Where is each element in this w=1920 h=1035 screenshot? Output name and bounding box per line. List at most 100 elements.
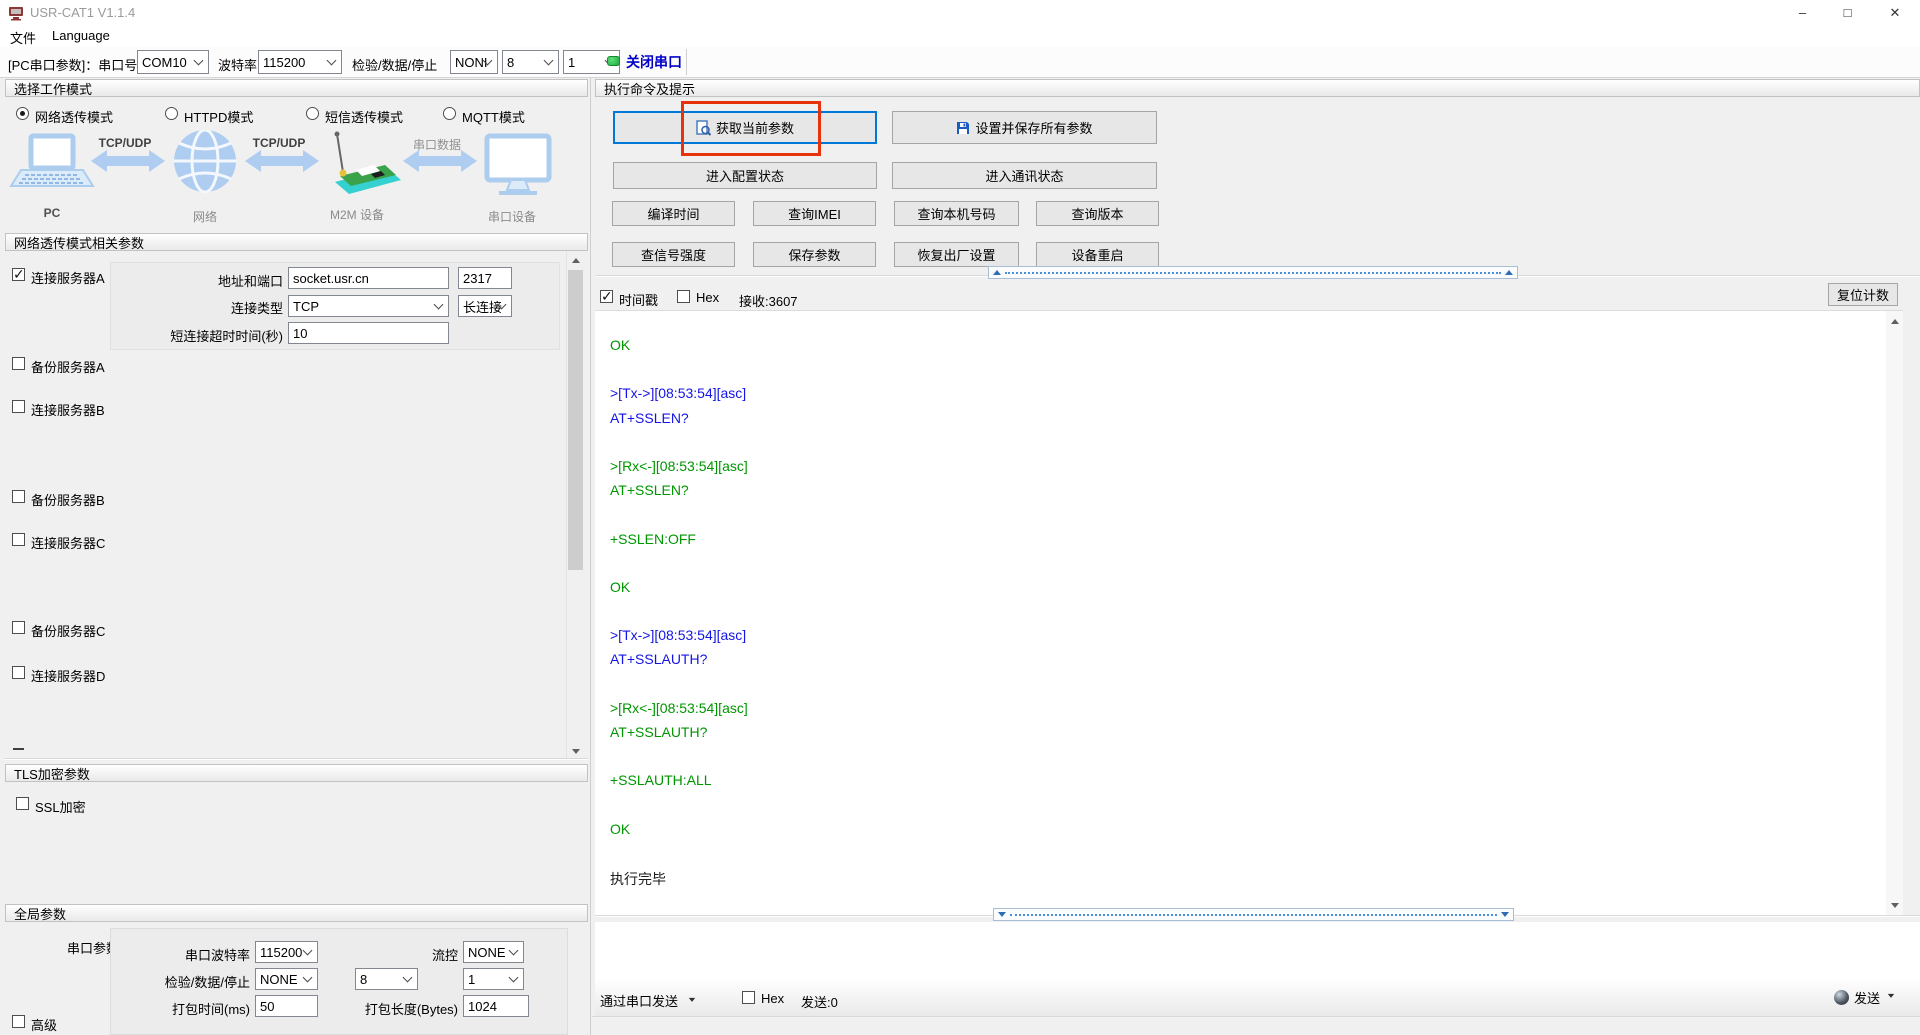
radio-mqtt-mode[interactable] [443,107,456,120]
log-text: OK >[Tx->][08:53:54][asc] AT+SSLEN? >[Rx… [610,337,748,893]
save-all-params-button[interactable]: 设置并保存所有参数 [892,111,1157,144]
server-port-input[interactable]: 2317 [458,267,512,289]
radio-sms-passthrough-label[interactable]: 短信透传模式 [325,107,403,126]
checkbox-server-c-label[interactable]: 连接服务器C [31,533,105,552]
enter-comm-button[interactable]: 进入通讯状态 [892,162,1157,189]
arrow-middle [245,150,319,172]
radio-httpd-mode-label[interactable]: HTTPD模式 [184,107,253,126]
short-conn-timeout-input[interactable]: 10 [288,322,449,344]
checkbox-backup-a[interactable] [12,357,25,370]
checkbox-timestamp[interactable] [600,288,613,305]
maximize-button[interactable]: □ [1825,0,1870,25]
radio-net-passthrough-label[interactable]: 网络透传模式 [35,107,113,126]
checkbox-advanced-label[interactable]: 高级 [31,1015,57,1034]
enter-config-button[interactable]: 进入配置状态 [613,162,877,189]
checkbox-advanced[interactable] [12,1015,25,1028]
menu-language[interactable]: Language [52,28,110,43]
serial-stopbits-select[interactable]: 1 [463,968,524,990]
checkbox-server-d[interactable] [12,666,25,679]
serial-databits-select[interactable]: 8 [355,968,418,990]
conn-type-label: 连接类型 [230,301,283,316]
server-address-input[interactable]: socket.usr.cn [288,267,449,289]
collapse-up-icon [1505,266,1513,275]
send-input-area[interactable] [595,922,1920,1016]
packlen-label: 打包长度(Bytes) [364,1002,458,1017]
packtime-input[interactable]: 50 [255,995,318,1017]
serial-baud-select[interactable]: 115200 [255,941,318,963]
serial-parity-select[interactable]: NONE [255,968,318,990]
com-port-select[interactable]: COM10 [137,50,209,74]
port-status-led-icon [607,56,620,66]
send-via-serial-dropdown[interactable]: 通过串口发送 [600,991,696,1010]
tls-splitter-line [5,758,588,760]
log-scrollbar[interactable] [1886,311,1903,916]
checkbox-backup-b[interactable] [12,490,25,503]
keepalive-select[interactable]: 长连接 [458,295,512,317]
radio-net-passthrough[interactable] [16,107,29,120]
log-area[interactable]: OK >[Tx->][08:53:54][asc] AT+SSLEN? >[Rx… [595,310,1903,916]
checkbox-server-a[interactable] [12,266,25,283]
query-signal-button[interactable]: 查信号强度 [612,242,735,267]
checkbox-timestamp-label[interactable]: 时间戳 [619,290,658,309]
checkbox-server-d-label[interactable]: 连接服务器D [31,666,105,685]
checkbox-tx-hex-label[interactable]: Hex [761,991,784,1006]
monitor-icon [484,133,552,195]
log-line: +SSLAUTH:ALL [610,772,712,789]
databits-select[interactable]: 8 [502,50,559,74]
log-scroll-down-arrow[interactable] [1886,898,1903,914]
checkbox-tx-hex[interactable] [742,991,755,1004]
radio-httpd-mode[interactable] [165,107,178,120]
factory-reset-button[interactable]: 恢复出厂设置 [894,242,1019,267]
close-port-button[interactable]: 关闭串口 [626,52,682,72]
query-version-button[interactable]: 查询版本 [1036,201,1159,226]
log-splitter-handle[interactable] [988,266,1518,279]
command-group-header: 执行命令及提示 [595,79,1920,97]
splitter-dots [1010,913,1497,916]
log-scroll-up-arrow[interactable] [1886,313,1903,329]
scroll-up-arrow[interactable] [567,252,584,268]
save-params-button[interactable]: 保存参数 [753,242,876,267]
parity-select[interactable]: NONI [450,50,498,74]
send-button[interactable]: 发送 [1834,988,1895,1007]
radio-sms-passthrough[interactable] [306,107,319,120]
checkbox-rx-hex-label[interactable]: Hex [696,290,719,305]
checkbox-backup-a-label[interactable]: 备份服务器A [31,357,105,376]
query-number-button[interactable]: 查询本机号码 [894,201,1019,226]
checkbox-server-b-label[interactable]: 连接服务器B [31,400,105,419]
get-params-button[interactable]: 获取当前参数 [613,111,877,144]
reset-counter-button[interactable]: 复位计数 [1828,283,1898,306]
laptop-icon [9,133,95,187]
checkbox-ssl[interactable] [16,797,29,810]
checkbox-backup-c[interactable] [12,621,25,634]
send-splitter-handle[interactable] [993,908,1514,921]
serial-baud-label: 串口波特率 [184,948,250,963]
packlen-input[interactable]: 1024 [463,995,529,1017]
checkbox-backup-c-label[interactable]: 备份服务器C [31,621,105,640]
radio-mqtt-mode-label[interactable]: MQTT模式 [462,107,525,126]
compile-time-button[interactable]: 编译时间 [612,201,735,226]
checkbox-rx-hex[interactable] [677,290,690,303]
pc-serial-label: [PC串口参数]：串口号 [8,58,138,73]
flow-select[interactable]: NONE [463,941,524,963]
log-line: +SSLEN:OFF [610,530,696,547]
left-panel: 选择工作模式 网络透传模式 HTTPD模式 短信透传模式 MQTT模式 TCP/… [0,78,591,1035]
minimize-button[interactable]: – [1780,0,1825,25]
app-icon [9,7,23,21]
conn-type-select[interactable]: TCP [288,295,449,317]
menu-file[interactable]: 文件 [10,28,36,47]
m2m-board-icon [334,131,401,194]
left-panel-scrollbar[interactable] [566,252,584,760]
query-imei-button[interactable]: 查询IMEI [753,201,876,226]
checkbox-ssl-label[interactable]: SSL加密 [35,797,86,816]
checkbox-server-b[interactable] [12,400,25,413]
checkbox-server-c[interactable] [12,533,25,546]
baud-select[interactable]: 115200 [258,50,342,74]
diagram-link1-label: TCP/UDP [98,136,152,150]
checkbox-server-a-label[interactable]: 连接服务器A [31,268,105,287]
scrollbar-thumb[interactable] [568,270,583,570]
checkbox-backup-b-label[interactable]: 备份服务器B [31,490,105,509]
device-restart-button[interactable]: 设备重启 [1036,242,1159,267]
globe-icon [174,130,236,194]
close-button[interactable]: ✕ [1870,0,1920,25]
